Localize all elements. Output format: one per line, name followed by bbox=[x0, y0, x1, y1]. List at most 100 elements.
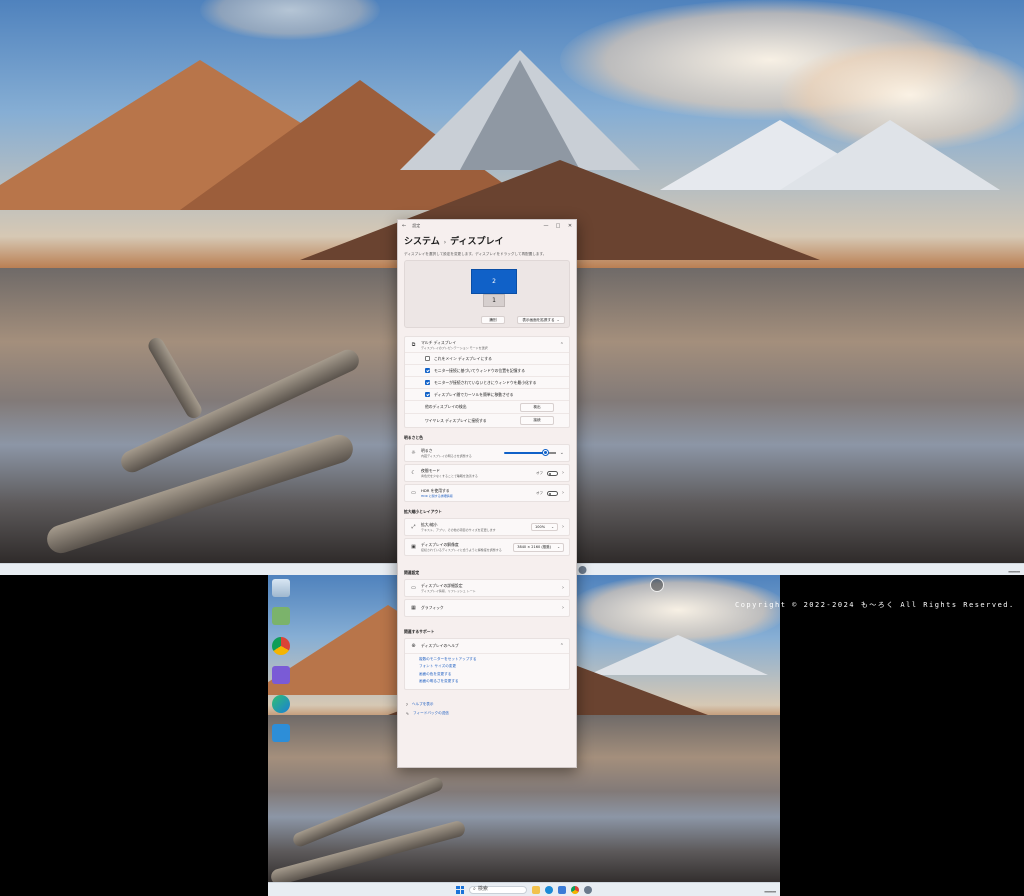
taskbar-search[interactable]: ⌕ 検索 bbox=[469, 885, 527, 894]
back-arrow-icon[interactable]: ← bbox=[402, 223, 406, 229]
detect-button[interactable]: 検出 bbox=[520, 402, 554, 412]
checkbox-minimize-windows[interactable] bbox=[425, 380, 430, 385]
desktop-app-icon-2[interactable] bbox=[272, 666, 290, 684]
option-ease-cursor[interactable]: ディスプレイ間でカーソルを簡単に移動させる bbox=[405, 389, 569, 401]
get-help-row[interactable]: ? ヘルプを表示 bbox=[406, 702, 568, 707]
breadcrumb-system[interactable]: システム bbox=[404, 234, 440, 247]
feedback-row[interactable]: ✎ フィードバックの送信 bbox=[406, 711, 568, 716]
help-link-screen-color[interactable]: 画面の色を変更する bbox=[419, 672, 569, 677]
edge-icon[interactable] bbox=[272, 695, 290, 713]
settings-icon[interactable] bbox=[584, 885, 592, 894]
option-main-display[interactable]: これをメイン ディスプレイにする bbox=[405, 353, 569, 365]
hdr-info-link[interactable]: HDR に関する詳細情報 bbox=[421, 494, 532, 498]
detect-label: 他のディスプレイの検出 bbox=[425, 404, 467, 409]
resolution-dropdown[interactable]: 3840 × 2160 (推奨) ⌄ bbox=[513, 542, 564, 552]
wireless-label: ワイヤレス ディスプレイに接続する bbox=[425, 417, 487, 423]
option-minimize-windows[interactable]: モニターが接続されていないときにウィンドウを最小化する bbox=[405, 377, 569, 389]
scale-dropdown[interactable]: 100% ⌄ bbox=[531, 523, 558, 531]
multi-display-header[interactable]: ⧉ マルチ ディスプレイ ディスプレイのプレゼンテーション モードを選択 ⌃ bbox=[405, 337, 569, 353]
checkbox-remember-windows[interactable] bbox=[425, 368, 430, 373]
tray-icon[interactable]: ▁▁▁ bbox=[1008, 567, 1020, 573]
advanced-display-row[interactable]: ▭ ディスプレイの詳細設定 ディスプレイ情報、リフレッシュ レート › bbox=[405, 580, 569, 596]
brightness-subtitle: 内蔵ディスプレイの明るさを調整する bbox=[421, 454, 472, 458]
edge-icon[interactable] bbox=[545, 885, 553, 894]
identify-button[interactable]: 識別 bbox=[481, 316, 505, 324]
brightness-row: ☼ 明るさ 内蔵ディスプレイの明るさを調整する ⌄ bbox=[405, 445, 569, 461]
feedback-icon: ✎ bbox=[406, 711, 410, 716]
night-light-row[interactable]: ☾ 夜間モード 青色光を少なくすることで睡眠を改善する オフ › bbox=[405, 465, 569, 481]
close-button[interactable]: ✕ bbox=[564, 223, 576, 229]
night-light-toggle[interactable] bbox=[547, 470, 558, 476]
desktop-app-icon-3[interactable] bbox=[272, 724, 290, 742]
desktop-app-icon-1[interactable] bbox=[272, 607, 290, 625]
feedback-link[interactable]: フィードバックの送信 bbox=[413, 711, 449, 716]
advanced-display-card: ▭ ディスプレイの詳細設定 ディスプレイ情報、リフレッシュ レート › bbox=[404, 579, 570, 597]
help-links: 複数のモニターをセットアップする フォント サイズの変更 画面の色を変更する 画… bbox=[405, 654, 569, 689]
search-icon: ⌕ bbox=[473, 886, 476, 892]
recycle-bin-icon[interactable] bbox=[272, 579, 290, 597]
minimize-button[interactable]: — bbox=[540, 223, 552, 229]
settings-window: ← 設定 — □ ✕ システム › ディスプレイ ディスプレイを選択して設定を変… bbox=[397, 219, 577, 768]
display-arrangement-area[interactable]: 2 1 識別 表示画面を拡張する ⌄ bbox=[404, 260, 570, 328]
display-help-header[interactable]: ⊕ ディスプレイのヘルプ ⌃ bbox=[405, 639, 569, 654]
tray-icon[interactable]: ▁▁▁ bbox=[764, 887, 776, 893]
chevron-right-icon: › bbox=[562, 585, 564, 591]
checkbox-ease-cursor[interactable] bbox=[425, 392, 430, 397]
multi-display-subtitle: ディスプレイのプレゼンテーション モードを選択 bbox=[421, 345, 488, 350]
graphics-row[interactable]: ▦ グラフィック › bbox=[405, 600, 569, 616]
arrangement-hint: ディスプレイを選択して設定を変更します。ディスプレイをドラッグして再配置します。 bbox=[404, 252, 547, 256]
moon-icon: ☾ bbox=[411, 470, 416, 476]
settings-icon[interactable] bbox=[578, 565, 587, 574]
maximize-button[interactable]: □ bbox=[552, 223, 564, 229]
monitor-1-tile[interactable]: 1 bbox=[483, 294, 505, 307]
chevron-down-icon[interactable]: ⌄ bbox=[560, 450, 564, 456]
get-help-link[interactable]: ヘルプを表示 bbox=[412, 702, 434, 707]
monitor-icon: ▭ bbox=[411, 585, 416, 591]
system-desktop-icon[interactable] bbox=[650, 578, 664, 592]
copyright-text: Copyright © 2022-2024 も～ろく All Rights Re… bbox=[735, 601, 1015, 609]
chevron-down-icon: ⌄ bbox=[557, 545, 560, 549]
monitor-2-tile[interactable]: 2 bbox=[471, 269, 517, 294]
detect-displays-row: 他のディスプレイの検出 検出 bbox=[405, 401, 569, 414]
graphics-title: グラフィック bbox=[421, 605, 444, 610]
store-icon[interactable] bbox=[558, 885, 566, 894]
extend-dropdown[interactable]: 表示画面を拡張する ⌄ bbox=[517, 316, 565, 324]
help-link-brightness[interactable]: 画面の明るさを変更する bbox=[419, 679, 569, 684]
support-section-label: 関連するサポート bbox=[404, 629, 435, 634]
hdr-row[interactable]: ▭ HDR を使用する HDR に関する詳細情報 オフ › bbox=[405, 485, 569, 501]
option-remember-windows[interactable]: モニター接続に基づいてウィンドウの位置を記憶する bbox=[405, 365, 569, 377]
extend-dropdown-label: 表示画面を拡張する bbox=[522, 317, 555, 322]
chevron-down-icon: ⌄ bbox=[556, 318, 560, 322]
chevron-up-icon: ⌃ bbox=[559, 341, 564, 348]
resolution-value: 3840 × 2160 (推奨) bbox=[517, 544, 552, 549]
chevron-right-icon: › bbox=[562, 524, 564, 530]
scale-section-label: 拡大縮小とレイアウト bbox=[404, 509, 442, 514]
advanced-display-subtitle: ディスプレイ情報、リフレッシュ レート bbox=[421, 589, 476, 593]
sun-icon: ☼ bbox=[411, 450, 416, 456]
search-placeholder: 検索 bbox=[477, 886, 488, 892]
graphics-icon: ▦ bbox=[411, 605, 416, 611]
chrome-icon[interactable] bbox=[571, 885, 579, 894]
brightness-section-label: 明るさと色 bbox=[404, 435, 423, 440]
scale-value: 100% bbox=[535, 525, 546, 529]
brightness-slider[interactable] bbox=[503, 450, 556, 455]
help-link-font-size[interactable]: フォント サイズの変更 bbox=[419, 664, 569, 669]
footer-links: ? ヘルプを表示 ✎ フィードバックの送信 bbox=[398, 690, 576, 728]
slider-knob[interactable] bbox=[543, 450, 549, 455]
scale-row[interactable]: ⤢ 拡大/縮小 テキスト、アプリ、その他の項目のサイズを変更します 100% ⌄… bbox=[405, 519, 569, 535]
windows-logo-icon[interactable] bbox=[456, 885, 464, 894]
resolution-row: ▣ ディスプレイの解像度 接続されているディスプレイに合うように解像度を調整する… bbox=[405, 539, 569, 555]
window-title: 設定 bbox=[412, 223, 421, 228]
title-bar: ← 設定 — □ ✕ bbox=[398, 220, 576, 232]
resolution-icon: ▣ bbox=[411, 544, 416, 550]
help-link-multiple-monitors[interactable]: 複数のモニターをセットアップする bbox=[419, 657, 569, 662]
connect-button[interactable]: 接続 bbox=[520, 416, 554, 425]
option-label: ディスプレイ間でカーソルを簡単に移動させる bbox=[434, 391, 514, 397]
display-help-title: ディスプレイのヘルプ bbox=[421, 643, 459, 648]
chrome-icon[interactable] bbox=[272, 637, 290, 655]
option-label: これをメイン ディスプレイにする bbox=[434, 355, 492, 361]
file-explorer-icon[interactable] bbox=[532, 885, 540, 894]
hdr-state: オフ bbox=[536, 490, 543, 495]
hdr-toggle[interactable] bbox=[547, 490, 558, 496]
checkbox-main-display[interactable] bbox=[425, 356, 430, 361]
